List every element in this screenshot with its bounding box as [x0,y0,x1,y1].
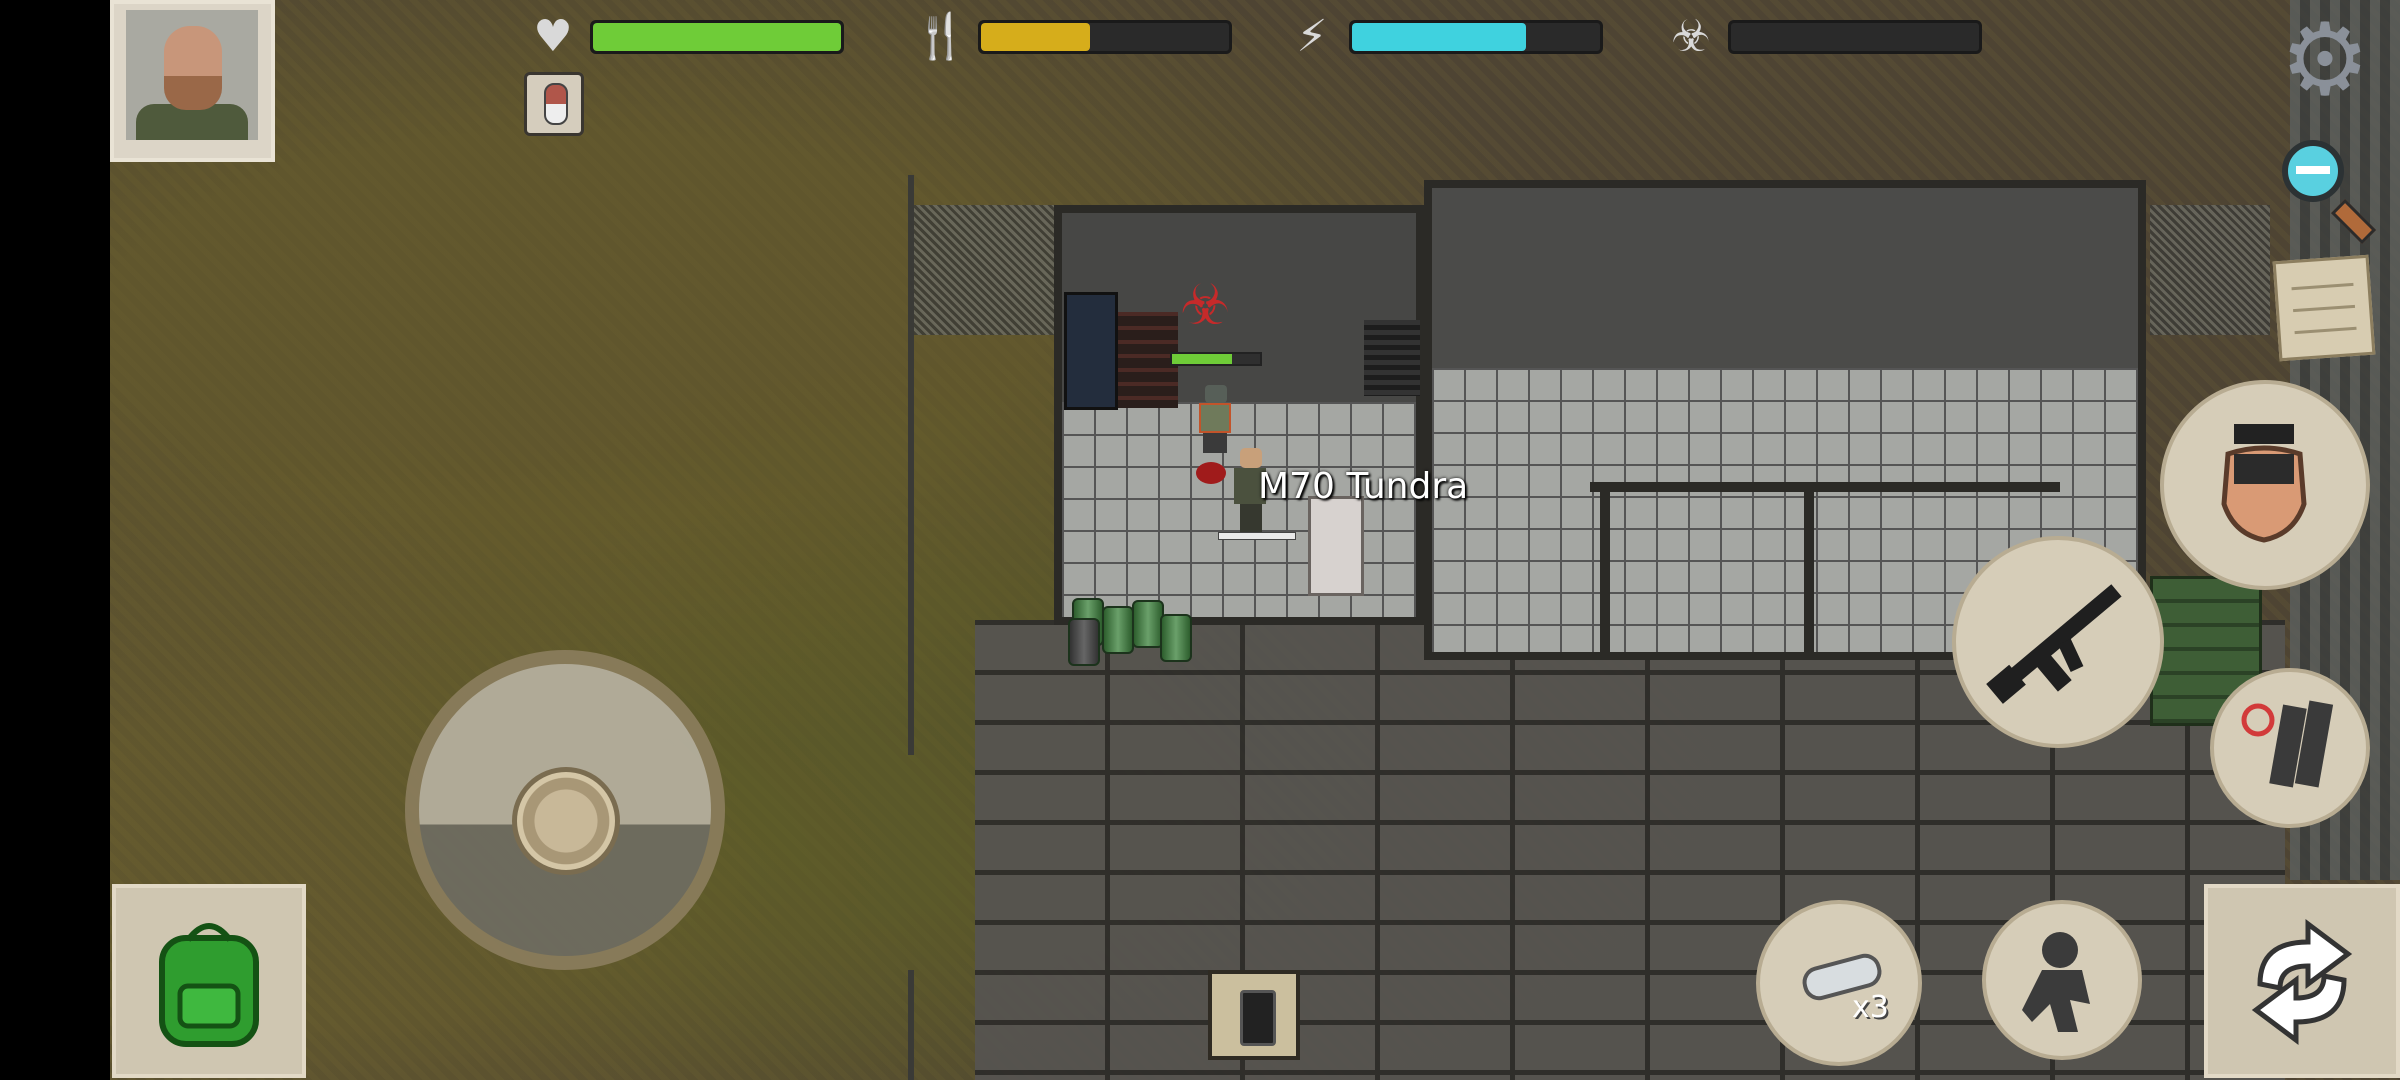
bandage-icon [1802,953,1882,1001]
blood-splatter [1196,462,1226,484]
energy-stat: ⚡ [1283,12,1613,62]
map-icon[interactable] [2272,254,2376,362]
inventory-button[interactable] [112,884,306,1078]
chain-link-fence [2150,205,2270,335]
dropped-weapon[interactable] [1218,532,1296,540]
fence-pole [908,175,914,755]
walkie-talkie-icon[interactable] [1208,970,1300,1060]
heart-icon: ♥ [533,11,573,62]
pill-capsule-icon[interactable] [524,72,584,136]
hunger-bar [978,20,1232,54]
swap-button[interactable] [2204,884,2400,1078]
magazine-reload-icon [2241,700,2334,788]
movement-joystick[interactable] [405,650,725,970]
infection-bar [1728,20,1982,54]
metal-locker [1064,292,1118,410]
zombie-health-bar [1170,352,1262,366]
weapon-button[interactable] [1952,536,2164,748]
assault-rifle-icon [1986,584,2122,704]
biohazard-icon: ☣ [1671,11,1711,62]
staircase [1364,320,1420,396]
infection-stat: ☣ [1662,12,1992,62]
grab-hand-icon [2221,424,2307,543]
small-room [1054,205,1424,625]
quick-slot-count: x3 [1852,990,1889,1025]
barrel [1102,606,1134,654]
quick-slot-button[interactable] [1756,900,1922,1066]
fork-knife-icon: 🍴 [913,11,969,62]
sneak-icon [2022,932,2090,1032]
health-bar [590,20,844,54]
zoom-out-icon[interactable] [2280,138,2377,245]
backpack-icon [159,923,259,1047]
joystick-knob[interactable] [512,767,620,875]
fence-pole [908,970,914,1080]
left-letterbox [0,0,110,1080]
interior-wall [1600,482,1610,652]
reload-button[interactable] [2210,668,2370,828]
gear-icon[interactable]: ⚙ [2275,10,2375,110]
grab-button[interactable] [2160,380,2370,590]
biohazard-marker-icon: ☣ [1180,273,1231,338]
hunger-stat: 🍴 [912,12,1242,62]
character-portrait[interactable] [110,0,275,162]
energy-head-icon: ⚡ [1296,11,1328,62]
health-stat: ♥ [524,12,854,62]
chain-link-fence [914,205,1054,335]
interior-wall [1590,482,2060,492]
zombie[interactable] [1195,385,1235,455]
swap-arrows-icon [2251,919,2353,1045]
sneak-button[interactable] [1982,900,2142,1060]
wooden-shelf [1118,312,1178,408]
dropped-item-label: M70 Tundra [1258,466,1469,507]
door[interactable] [1308,496,1364,596]
energy-bar [1349,20,1603,54]
barrel [1160,614,1192,662]
interior-wall [1804,482,1814,652]
barrel [1068,618,1100,666]
